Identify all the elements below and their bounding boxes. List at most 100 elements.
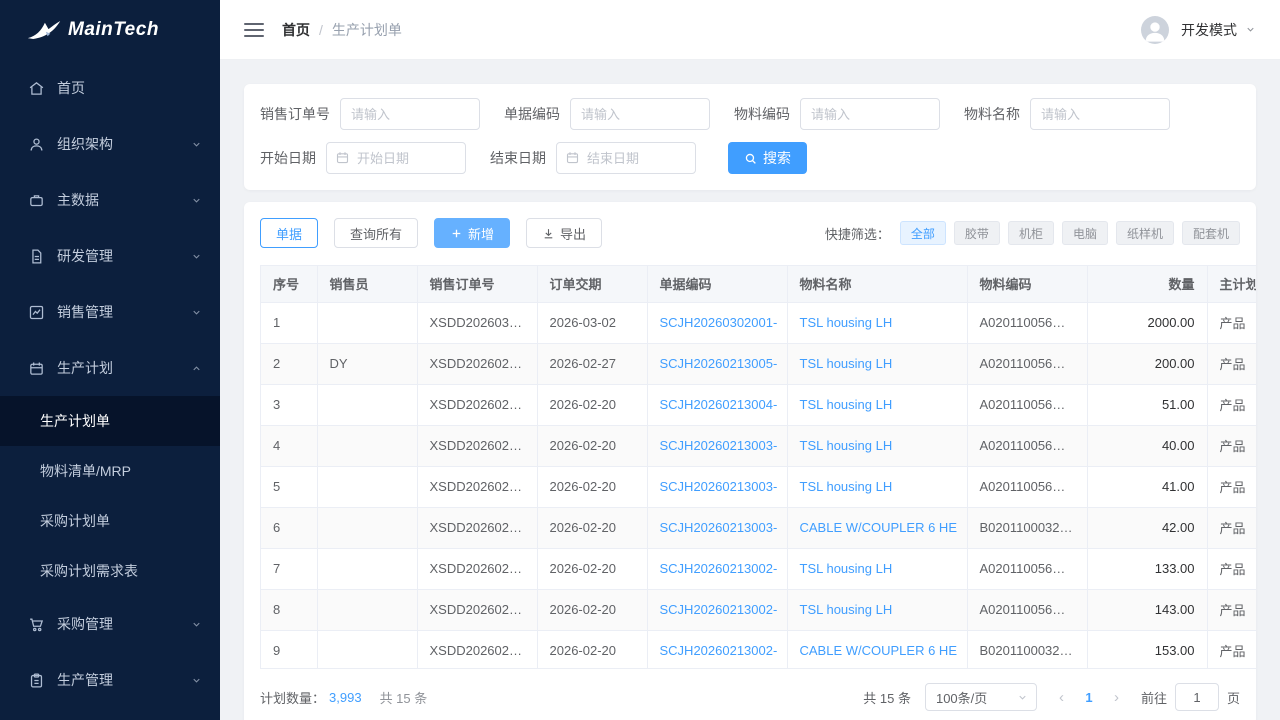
- filter-label: 单据编码: [504, 104, 560, 124]
- quick-filter-label: 快捷筛选：: [825, 224, 890, 243]
- goto-page: 前往 页: [1141, 683, 1240, 711]
- add-button[interactable]: 新增: [434, 218, 510, 248]
- sidebar-item-home[interactable]: 首页: [0, 60, 220, 116]
- start-date-input[interactable]: [326, 142, 466, 174]
- cell-doc-code[interactable]: SCJH20260213002-: [647, 548, 787, 589]
- cell-plan-type: 产品: [1207, 589, 1256, 630]
- next-page-button[interactable]: ›: [1106, 689, 1127, 706]
- cell-due-date: 2026-02-20: [537, 466, 647, 507]
- filter-panel: 销售订单号 单据编码 物料编码 物料名称: [244, 84, 1256, 190]
- filter-label: 物料名称: [964, 104, 1020, 124]
- search-button[interactable]: 搜索: [728, 142, 807, 174]
- sidebar-subitem-bom-mrp[interactable]: 物料清单/MRP: [0, 446, 220, 496]
- user-mode-dropdown[interactable]: 开发模式: [1181, 20, 1256, 40]
- sidebar-item-purchase-management[interactable]: 采购管理: [0, 596, 220, 652]
- quick-filter-cabinet[interactable]: 机柜: [1008, 221, 1054, 245]
- sidebar-item-production-management[interactable]: 生产管理: [0, 652, 220, 708]
- material-code-input[interactable]: [800, 98, 940, 130]
- table-header-row: 序号 销售员 销售订单号 订单交期 单据编码 物料名称 物料编码 数量 主计划: [261, 266, 1256, 302]
- chevron-up-icon: [191, 363, 202, 374]
- cell-doc-code[interactable]: SCJH20260213005-: [647, 343, 787, 384]
- plan-qty-label: 计划数量：: [260, 688, 325, 707]
- sidebar-item-sales-management[interactable]: 销售管理: [0, 284, 220, 340]
- quick-filter-tape[interactable]: 胶带: [954, 221, 1000, 245]
- table-scroll[interactable]: 序号 销售员 销售订单号 订单交期 单据编码 物料名称 物料编码 数量 主计划: [260, 265, 1256, 669]
- doc-code-input[interactable]: [570, 98, 710, 130]
- table-row: 3XSDD202602…2026-02-20SCJH20260213004-TS…: [261, 384, 1256, 425]
- cell-qty: 143.00: [1087, 589, 1207, 630]
- cell-doc-code[interactable]: SCJH20260213004-: [647, 384, 787, 425]
- filter-material-code: 物料编码: [734, 98, 940, 130]
- cell-material-name[interactable]: TSL housing LH: [787, 343, 967, 384]
- sidebar-item-production-planning[interactable]: 生产计划: [0, 340, 220, 396]
- cell-sales-order: XSDD202602…: [417, 384, 537, 425]
- cell-salesperson: [317, 384, 417, 425]
- quick-filter-all[interactable]: 全部: [900, 221, 946, 245]
- cell-material-name[interactable]: CABLE W/COUPLER 6 HE: [787, 507, 967, 548]
- sidebar-collapse-icon[interactable]: [244, 23, 264, 37]
- breadcrumb-home[interactable]: 首页: [282, 20, 310, 40]
- cell-sales-order: XSDD202602…: [417, 548, 537, 589]
- cell-doc-code[interactable]: SCJH20260302001-: [647, 302, 787, 343]
- cell-material-name[interactable]: TSL housing LH: [787, 384, 967, 425]
- page-size-select[interactable]: 100条/页: [925, 683, 1037, 711]
- production-planning-submenu: 生产计划单 物料清单/MRP 采购计划单 采购计划需求表: [0, 396, 220, 596]
- filter-doc-code: 单据编码: [504, 98, 710, 130]
- cell-doc-code[interactable]: SCJH20260213002-: [647, 589, 787, 630]
- cell-doc-code[interactable]: SCJH20260213003-: [647, 425, 787, 466]
- sidebar-subitem-production-plan-orders[interactable]: 生产计划单: [0, 396, 220, 446]
- material-name-input[interactable]: [1030, 98, 1170, 130]
- sidebar-item-organization[interactable]: 组织架构: [0, 116, 220, 172]
- sidebar-subitem-purchase-plan-requirements[interactable]: 采购计划需求表: [0, 546, 220, 596]
- cell-material-name[interactable]: TSL housing LH: [787, 425, 967, 466]
- sidebar-item-master-data[interactable]: 主数据: [0, 172, 220, 228]
- cell-qty: 41.00: [1087, 466, 1207, 507]
- cell-doc-code[interactable]: SCJH20260213003-: [647, 466, 787, 507]
- sidebar-item-rd-management[interactable]: 研发管理: [0, 228, 220, 284]
- cell-doc-code[interactable]: SCJH20260213003-: [647, 507, 787, 548]
- goto-page-input[interactable]: [1175, 683, 1219, 711]
- content-area: 销售订单号 单据编码 物料编码 物料名称: [220, 60, 1280, 720]
- current-page[interactable]: 1: [1076, 690, 1102, 705]
- cell-doc-code[interactable]: SCJH20260213002-: [647, 630, 787, 669]
- cell-due-date: 2026-02-20: [537, 630, 647, 669]
- quick-filter-accessory[interactable]: 配套机: [1182, 221, 1240, 245]
- cell-seq: 4: [261, 425, 317, 466]
- export-button[interactable]: 导出: [526, 218, 602, 248]
- cell-material-code: A020110056…: [967, 466, 1087, 507]
- quick-filter-paper-machine[interactable]: 纸样机: [1116, 221, 1174, 245]
- end-date-input[interactable]: [556, 142, 696, 174]
- production-plans-table: 序号 销售员 销售订单号 订单交期 单据编码 物料名称 物料编码 数量 主计划: [261, 266, 1256, 669]
- cell-material-name[interactable]: TSL housing LH: [787, 589, 967, 630]
- cell-qty: 200.00: [1087, 343, 1207, 384]
- sales-order-input[interactable]: [340, 98, 480, 130]
- cell-seq: 3: [261, 384, 317, 425]
- filter-label: 物料编码: [734, 104, 790, 124]
- sidebar-item-label: 销售管理: [57, 302, 179, 322]
- quick-filter-computer[interactable]: 电脑: [1062, 221, 1108, 245]
- cell-salesperson: [317, 466, 417, 507]
- cell-material-name[interactable]: TSL housing LH: [787, 466, 967, 507]
- query-all-button[interactable]: 查询所有: [334, 218, 418, 248]
- col-doc-code: 单据编码: [647, 266, 787, 302]
- cell-material-name[interactable]: TSL housing LH: [787, 302, 967, 343]
- cell-sales-order: XSDD202602…: [417, 425, 537, 466]
- table-row: 2DYXSDD202602…2026-02-27SCJH20260213005-…: [261, 343, 1256, 384]
- document-button-label: 单据: [276, 224, 302, 243]
- cell-sales-order: XSDD202602…: [417, 507, 537, 548]
- page: MainTech 首页 组织架构 主数据 研发管理: [0, 0, 1280, 720]
- calendar-icon: [28, 360, 45, 377]
- page-size-value: 100条/页: [936, 688, 987, 707]
- sidebar-subitem-purchase-plan-orders[interactable]: 采购计划单: [0, 496, 220, 546]
- table-row: 4XSDD202602…2026-02-20SCJH20260213003-TS…: [261, 425, 1256, 466]
- search-icon: [744, 152, 757, 165]
- cell-material-name[interactable]: CABLE W/COUPLER 6 HE: [787, 630, 967, 669]
- sidebar-item-label: 主数据: [57, 190, 179, 210]
- cell-material-name[interactable]: TSL housing LH: [787, 548, 967, 589]
- cell-plan-type: 产品: [1207, 343, 1256, 384]
- search-button-label: 搜索: [763, 148, 791, 168]
- prev-page-button[interactable]: ‹: [1051, 689, 1072, 706]
- document-button[interactable]: 单据: [260, 218, 318, 248]
- table-panel: 单据 查询所有 新增 导出 快捷筛选： 全部: [244, 202, 1256, 720]
- avatar[interactable]: [1141, 16, 1169, 44]
